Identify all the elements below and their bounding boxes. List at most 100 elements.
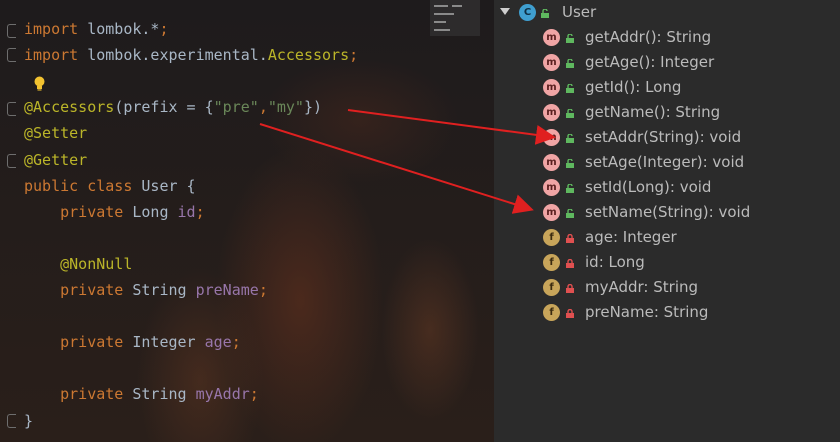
code-token: User { — [141, 176, 196, 195]
field-icon: f — [543, 229, 560, 246]
field-item[interactable]: f preName: String — [494, 300, 840, 325]
method-label: setName(String): void — [585, 203, 751, 221]
code-line[interactable]: @Accessors(prefix = {"pre","my"}) — [24, 97, 322, 117]
code-line[interactable]: private Long id; — [24, 202, 205, 222]
method-label: setAddr(String): void — [585, 128, 742, 146]
chevron-down-icon[interactable] — [500, 8, 510, 16]
fold-marker[interactable] — [7, 154, 16, 168]
code-token: ; — [349, 46, 359, 65]
code-token: Integer — [132, 333, 205, 352]
unlock-icon — [566, 84, 574, 93]
unlock-icon — [541, 9, 549, 18]
code-token: ; — [249, 385, 259, 404]
code-token: String — [132, 281, 196, 299]
code-line[interactable]: import lombok.*; — [24, 19, 169, 39]
code-token: String — [132, 385, 196, 404]
method-item[interactable]: m setName(String): void — [494, 200, 840, 225]
fold-marker[interactable] — [7, 24, 16, 38]
method-label: getAge(): Integer — [585, 53, 715, 71]
lightbulb-icon[interactable] — [33, 76, 46, 91]
field-item[interactable]: f age: Integer — [494, 225, 840, 250]
code-token: age — [204, 333, 232, 352]
method-icon: m — [543, 204, 560, 221]
code-token: ; — [258, 281, 268, 299]
method-item[interactable]: m getAddr(): String — [494, 25, 840, 50]
method-label: setId(Long): void — [585, 178, 712, 196]
field-icon: f — [543, 279, 560, 296]
method-icon: m — [543, 104, 560, 121]
method-label: getAddr(): String — [585, 28, 712, 46]
structure-panel: C User m getAddr(): String m getAge(): Inte… — [494, 0, 840, 442]
code-token: } — [24, 411, 34, 430]
minimap[interactable] — [430, 0, 480, 36]
method-item[interactable]: m setId(Long): void — [494, 175, 840, 200]
class-icon: C — [519, 4, 536, 21]
lock-icon — [566, 259, 574, 268]
unlock-icon — [566, 159, 574, 168]
lock-icon — [566, 284, 574, 293]
code-editor[interactable]: import lombok.*; import lombok.experiment… — [0, 0, 494, 442]
class-label: User — [562, 3, 597, 21]
code-line[interactable]: private Integer age; — [24, 332, 241, 352]
code-line[interactable]: } — [24, 411, 33, 431]
method-item[interactable]: m setAge(Integer): void — [494, 150, 840, 175]
method-label: getId(): Long — [585, 78, 682, 96]
code-token: myAddr — [195, 385, 250, 404]
code-token: private — [24, 333, 133, 352]
code-token: private — [24, 385, 133, 404]
tree-root-user[interactable]: C User — [494, 0, 840, 25]
fold-marker[interactable] — [7, 102, 16, 116]
method-item[interactable]: m getId(): Long — [494, 75, 840, 100]
field-item[interactable]: f myAddr: String — [494, 275, 840, 300]
code-line[interactable]: @Getter — [24, 150, 87, 170]
code-token: private — [24, 281, 133, 299]
code-token: ; — [159, 20, 169, 38]
field-icon: f — [543, 254, 560, 271]
unlock-icon — [566, 184, 574, 193]
code-line[interactable]: @Setter — [24, 123, 87, 143]
code-token: import — [24, 46, 79, 65]
code-line[interactable]: private String myAddr; — [24, 384, 259, 404]
method-item[interactable]: m setAddr(String): void — [494, 125, 840, 150]
method-icon: m — [543, 54, 560, 71]
code-token: Accessors — [267, 46, 350, 65]
fold-marker[interactable] — [7, 48, 16, 62]
field-icon: f — [543, 304, 560, 321]
code-line[interactable]: import lombok.experimental.Accessors; — [24, 45, 358, 65]
code-token: Long — [132, 202, 178, 221]
code-token: lombok.experimental. — [78, 46, 268, 65]
code-token: @NonNull — [24, 254, 133, 273]
code-token: public class — [24, 176, 142, 195]
code-token: id — [177, 202, 196, 221]
method-label: getName(): String — [585, 103, 721, 121]
method-item[interactable]: m getName(): String — [494, 100, 840, 125]
code-line[interactable]: private String preName; — [24, 280, 268, 300]
unlock-icon — [566, 109, 574, 118]
field-label: preName: String — [585, 303, 709, 321]
lock-icon — [566, 309, 574, 318]
code-token: @Accessors — [24, 98, 115, 117]
unlock-icon — [566, 134, 574, 143]
code-token: @Setter — [24, 124, 88, 143]
field-label: myAddr: String — [585, 278, 699, 296]
code-line[interactable]: @NonNull — [24, 254, 132, 274]
lock-icon — [566, 234, 574, 243]
method-item[interactable]: m getAge(): Integer — [494, 50, 840, 75]
code-token: "pre" — [213, 98, 259, 117]
fold-marker[interactable] — [7, 414, 16, 428]
unlock-icon — [566, 209, 574, 218]
field-label: id: Long — [585, 253, 645, 271]
unlock-icon — [566, 59, 574, 68]
method-icon: m — [543, 129, 560, 146]
field-item[interactable]: f id: Long — [494, 250, 840, 275]
code-token: ; — [195, 202, 205, 221]
code-line[interactable]: public class User { — [24, 176, 196, 196]
code-token: @Getter — [24, 150, 88, 169]
code-token: }) — [303, 98, 323, 117]
field-label: age: Integer — [585, 228, 677, 246]
code-token: preName — [195, 281, 259, 299]
code-token: ; — [231, 333, 241, 352]
code-token: private — [24, 202, 133, 221]
code-token: (prefix = { — [114, 98, 214, 117]
unlock-icon — [566, 34, 574, 43]
